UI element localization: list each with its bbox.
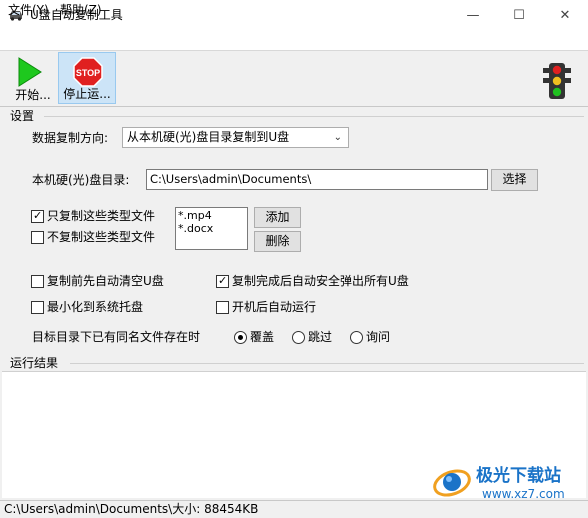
- traffic-light-icon: [543, 63, 571, 99]
- radio-ask[interactable]: [350, 331, 363, 344]
- watermark-url: www.xz7.com: [482, 487, 565, 501]
- minimize-button[interactable]: —: [450, 0, 496, 30]
- stop-label: 停止运...: [63, 87, 111, 101]
- svg-text:STOP: STOP: [76, 68, 100, 78]
- start-label: 开始...: [15, 88, 51, 102]
- menu-help[interactable]: 帮助(Z): [58, 2, 104, 18]
- stop-sign-icon: STOP: [73, 57, 103, 87]
- radio-skip[interactable]: [292, 331, 305, 344]
- dir-label: 本机硬(光)盘目录:: [32, 173, 130, 187]
- no-copy-checkbox[interactable]: [31, 231, 44, 244]
- autorun-label: 开机后自动运行: [232, 300, 317, 314]
- direction-label: 数据复制方向:: [32, 131, 109, 145]
- direction-value: 从本机硬(光)盘目录复制到U盘: [127, 130, 290, 144]
- watermark-logo: [433, 469, 471, 497]
- start-button[interactable]: 开始...: [4, 52, 62, 104]
- direction-select[interactable]: 从本机硬(光)盘目录复制到U盘 ⌄: [122, 127, 349, 148]
- eject-after-checkbox[interactable]: [216, 274, 229, 288]
- clear-before-checkbox[interactable]: [31, 275, 44, 288]
- minimize-tray-checkbox[interactable]: [31, 301, 44, 314]
- browse-button[interactable]: 选择: [491, 169, 538, 191]
- radio-ask-label: 询问: [366, 330, 391, 344]
- close-button[interactable]: ✕: [542, 0, 588, 30]
- group-divider: [44, 116, 584, 117]
- radio-overwrite[interactable]: [234, 331, 247, 344]
- clear-before-label: 复制前先自动清空U盘: [47, 274, 164, 288]
- list-item[interactable]: *.mp4: [178, 209, 245, 222]
- add-button[interactable]: 添加: [254, 207, 301, 228]
- stop-button[interactable]: STOP 停止运...: [58, 52, 116, 104]
- only-copy-checkbox[interactable]: [31, 209, 44, 223]
- status-text: C:\Users\admin\Documents\大小: 88454KB: [4, 502, 259, 516]
- radio-skip-label: 跳过: [308, 330, 333, 344]
- dir-input[interactable]: C:\Users\admin\Documents\: [146, 169, 488, 190]
- no-copy-label: 不复制这些类型文件: [47, 230, 156, 244]
- chevron-down-icon: ⌄: [333, 132, 342, 143]
- settings-group-title: 设置: [10, 109, 35, 123]
- group-divider: [70, 363, 584, 364]
- radio-overwrite-label: 覆盖: [250, 330, 275, 344]
- extension-list[interactable]: *.mp4 *.docx: [175, 207, 248, 250]
- watermark-name: 极光下载站: [476, 466, 561, 486]
- delete-button[interactable]: 删除: [254, 231, 301, 252]
- minimize-tray-label: 最小化到系统托盘: [47, 300, 144, 314]
- maximize-button[interactable]: ☐: [496, 0, 542, 30]
- conflict-label: 目标目录下已有同名文件存在时: [32, 330, 201, 344]
- results-group-title: 运行结果: [10, 356, 59, 370]
- eject-after-label: 复制完成后自动安全弹出所有U盘: [232, 274, 409, 288]
- play-icon: [18, 57, 42, 87]
- menu-file[interactable]: 文件(Y): [6, 2, 51, 18]
- autorun-checkbox[interactable]: [216, 301, 229, 314]
- list-item[interactable]: *.docx: [178, 222, 245, 235]
- menu-bar: [0, 30, 588, 50]
- only-copy-label: 只复制这些类型文件: [47, 209, 156, 223]
